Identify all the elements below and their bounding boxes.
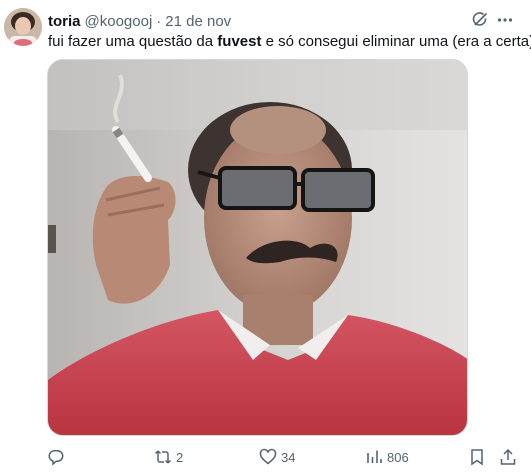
tweet[interactable]: toria @koogooj · 21 de nov fui fazer uma… [0, 0, 531, 476]
avatar[interactable] [4, 8, 42, 46]
tweet-text: fui fazer uma questão da fuvest e só con… [48, 32, 531, 52]
views-button[interactable]: 806 [365, 446, 409, 468]
retweet-count: 2 [176, 449, 184, 465]
heart-icon [259, 448, 277, 465]
share-icon [500, 448, 516, 465]
tweet-text-end: e só consegui eliminar uma (era a certa) [261, 33, 531, 50]
views-count: 806 [387, 449, 409, 465]
author-handle[interactable]: @koogooj [85, 13, 153, 30]
retweet-icon [154, 450, 172, 464]
tweet-text-start: fui fazer uma questão da [48, 33, 218, 50]
bookmark-icon [471, 449, 483, 466]
author-name[interactable]: toria [48, 13, 81, 30]
separator-dot: · [156, 12, 162, 30]
views-icon [367, 450, 382, 463]
more-icon[interactable] [496, 11, 514, 29]
tweet-header: toria @koogooj · 21 de nov [48, 11, 531, 31]
grok-icon[interactable] [471, 11, 489, 29]
tweet-photo[interactable] [47, 59, 468, 436]
tweet-timestamp[interactable]: 21 de nov [165, 13, 231, 30]
like-button[interactable]: 34 [259, 446, 295, 468]
reply-button[interactable] [47, 446, 69, 468]
tweet-text-bold: fuvest [217, 33, 262, 50]
share-button[interactable] [499, 446, 517, 468]
reply-icon [48, 450, 64, 466]
bookmark-button[interactable] [468, 446, 486, 468]
like-count: 34 [281, 449, 296, 465]
retweet-button[interactable]: 2 [154, 446, 183, 468]
tweet-actions: 2 34 806 [47, 446, 517, 468]
